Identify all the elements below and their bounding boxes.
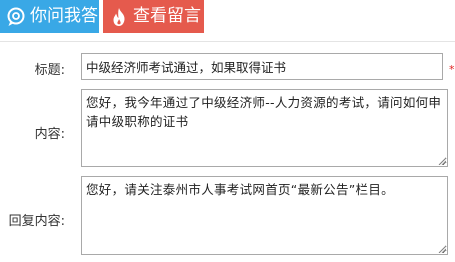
tab-divider bbox=[0, 41, 455, 42]
tab-ask-answer-label: 你问我答 bbox=[30, 6, 98, 26]
title-input[interactable] bbox=[81, 53, 443, 80]
resize-grip-icon[interactable] bbox=[438, 157, 446, 165]
reply-row: 回复内容: 您好，请关注泰州市人事考试网首页“最新公告”栏目。 bbox=[0, 176, 455, 256]
title-row: 标题: bbox=[0, 53, 455, 81]
tab-view-messages-label: 查看留言 bbox=[133, 6, 201, 26]
flame-icon bbox=[113, 8, 125, 26]
reply-label: 回复内容: bbox=[8, 214, 65, 229]
title-label: 标题: bbox=[34, 63, 65, 78]
tab-ask-answer[interactable]: 你问我答 bbox=[0, 0, 99, 33]
resize-grip-icon[interactable] bbox=[438, 245, 446, 253]
tab-view-messages[interactable]: 查看留言 bbox=[103, 0, 204, 33]
reply-textarea[interactable]: 您好，请关注泰州市人事考试网首页“最新公告”栏目。 bbox=[81, 176, 448, 255]
tab-bar: 你问我答 查看留言 bbox=[0, 0, 455, 42]
content-label: 内容: bbox=[34, 127, 65, 142]
content-row: 内容: 您好，我今年通过了中级经济师--人力资源的考试，请问如何申请中级职称的证… bbox=[0, 89, 455, 168]
question-bubble-icon bbox=[7, 7, 25, 26]
required-mark: * bbox=[449, 63, 455, 76]
content-textarea[interactable]: 您好，我今年通过了中级经济师--人力资源的考试，请问如何申请中级职称的证书 bbox=[81, 89, 448, 167]
